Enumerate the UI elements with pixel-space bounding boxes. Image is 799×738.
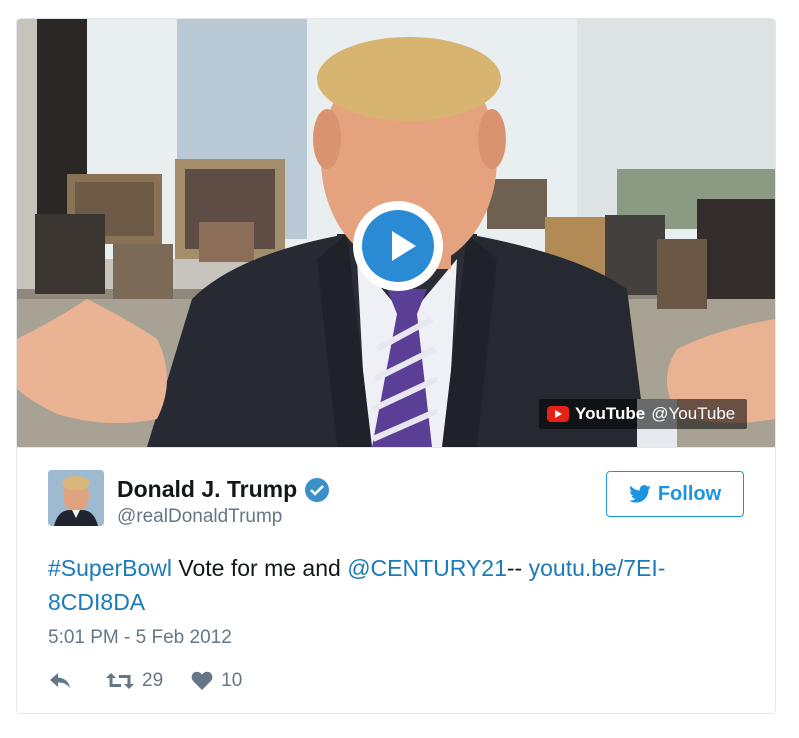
retweet-icon: [106, 673, 134, 689]
author-name-row[interactable]: Donald J. Trump: [117, 476, 330, 503]
play-button[interactable]: [353, 201, 443, 291]
tweet-card: YouTube @YouTube Donald J. Trump @realDo…: [16, 18, 776, 714]
provider-name: YouTube: [575, 404, 646, 423]
author-name: Donald J. Trump: [117, 476, 298, 502]
avatar-image: [48, 470, 104, 526]
follow-label: Follow: [657, 482, 722, 505]
tweet-text-middle: Vote for me and: [172, 555, 348, 581]
like-count: 10: [221, 670, 243, 691]
tweet-body: Donald J. Trump @realDonaldTrump Follow …: [17, 447, 775, 713]
tweet-text-separator: --: [506, 555, 529, 581]
avatar[interactable]: [48, 470, 104, 526]
reply-button[interactable]: [48, 671, 72, 691]
provider-handle: @YouTube: [651, 404, 736, 423]
retweet-count: 29: [142, 670, 164, 691]
youtube-attribution[interactable]: YouTube @YouTube: [539, 399, 748, 429]
follow-button[interactable]: Follow: [606, 471, 744, 517]
mention-link[interactable]: @CENTURY21: [347, 555, 507, 581]
play-circle-icon: [362, 210, 434, 282]
twitter-bird-icon: [629, 485, 651, 503]
like-button[interactable]: 10: [191, 670, 242, 692]
tweet-text: #SuperBowl Vote for me and @CENTURY21-- …: [48, 551, 728, 619]
verified-badge-icon: [305, 477, 330, 502]
heart-icon: [191, 671, 213, 690]
tweet-timestamp[interactable]: 5:01 PM - 5 Feb 2012: [48, 627, 232, 649]
youtube-logo-icon: [547, 406, 569, 422]
retweet-button[interactable]: 29: [106, 670, 163, 692]
author-handle[interactable]: @realDonaldTrump: [117, 506, 282, 528]
hashtag-link[interactable]: #SuperBowl: [48, 555, 172, 581]
tweet-actions: 29 10: [48, 668, 242, 694]
reply-icon: [50, 673, 70, 688]
video-thumbnail[interactable]: YouTube @YouTube: [17, 19, 775, 447]
